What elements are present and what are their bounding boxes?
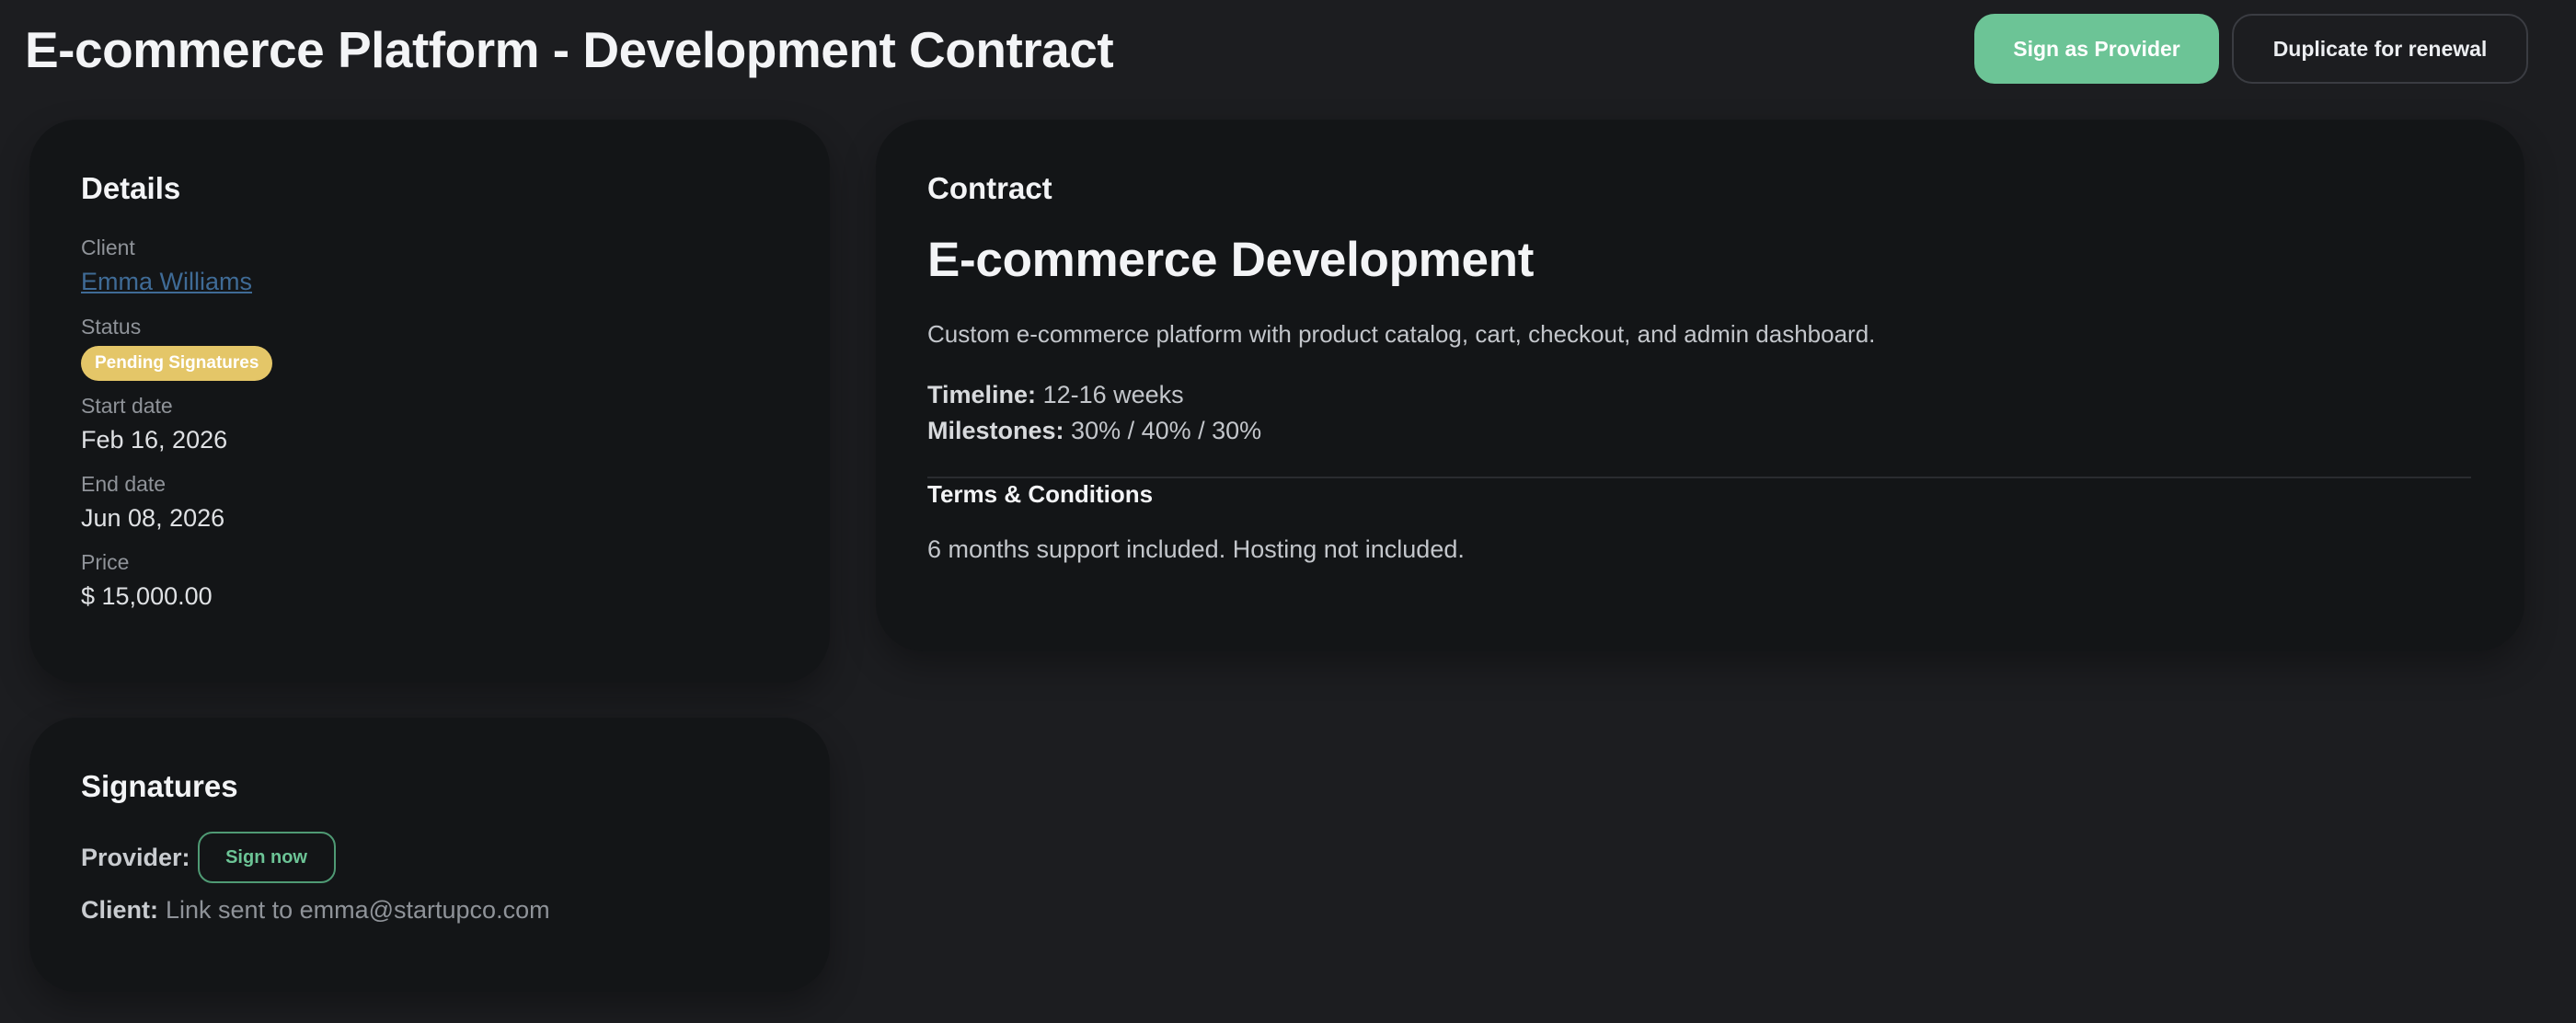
client-field: Client Emma Williams xyxy=(81,234,252,298)
timeline-value: 12-16 weeks xyxy=(1042,381,1184,408)
terms-text: 6 months support included. Hosting not i… xyxy=(927,535,1465,563)
signatures-heading: Signatures xyxy=(81,769,238,803)
terms-heading: Terms & Conditions xyxy=(927,480,1154,508)
contract-title: E-commerce Development xyxy=(927,233,1535,287)
milestones-label: Milestones: xyxy=(927,417,1064,444)
client-label: Client xyxy=(81,236,135,259)
end-date-field: End date Jun 08, 2026 xyxy=(81,470,224,534)
price-value: $ 15,000.00 xyxy=(81,582,213,610)
contract-heading: Contract xyxy=(927,171,1052,205)
provider-label: Provider: xyxy=(81,843,190,871)
status-label: Status xyxy=(81,315,142,339)
end-date-value: Jun 08, 2026 xyxy=(81,504,225,532)
timeline-line: Timeline: 12-16 weeks xyxy=(927,381,1184,409)
client-link[interactable]: Emma Williams xyxy=(81,268,252,295)
timeline-label: Timeline: xyxy=(927,381,1037,408)
provider-signature-row: Provider: Sign now xyxy=(81,832,336,883)
status-badge: Pending Signatures xyxy=(81,346,273,381)
sign-now-button[interactable]: Sign now xyxy=(197,832,336,883)
duplicate-for-renewal-button[interactable]: Duplicate for renewal xyxy=(2232,14,2528,84)
price-label: Price xyxy=(81,550,130,574)
details-card: Details Client Emma Williams Status Pend… xyxy=(29,120,830,683)
contract-card: Contract E-commerce Development Custom e… xyxy=(876,120,2524,651)
price-field: Price $ 15,000.00 xyxy=(81,548,213,613)
milestones-value: 30% / 40% / 30% xyxy=(1071,417,1262,444)
sign-as-provider-button[interactable]: Sign as Provider xyxy=(1974,14,2219,84)
start-date-value: Feb 16, 2026 xyxy=(81,426,228,454)
contract-description: Custom e-commerce platform with product … xyxy=(927,320,1876,348)
start-date-label: Start date xyxy=(81,394,173,418)
client-signature-status: Link sent to emma@startupco.com xyxy=(166,896,550,924)
status-field: Status Pending Signatures xyxy=(81,313,273,381)
client-signature-label: Client: xyxy=(81,896,158,924)
milestones-line: Milestones: 30% / 40% / 30% xyxy=(927,417,1261,445)
client-signature-row: Client: Link sent to emma@startupco.com xyxy=(81,896,550,925)
header-actions: Sign as Provider Duplicate for renewal xyxy=(1974,14,2528,84)
divider xyxy=(927,477,2471,478)
signatures-card: Signatures Provider: Sign now Client: Li… xyxy=(29,718,830,992)
end-date-label: End date xyxy=(81,472,167,496)
page-title: E-commerce Platform - Development Contra… xyxy=(25,21,1114,78)
start-date-field: Start date Feb 16, 2026 xyxy=(81,392,227,456)
details-heading: Details xyxy=(81,171,181,205)
